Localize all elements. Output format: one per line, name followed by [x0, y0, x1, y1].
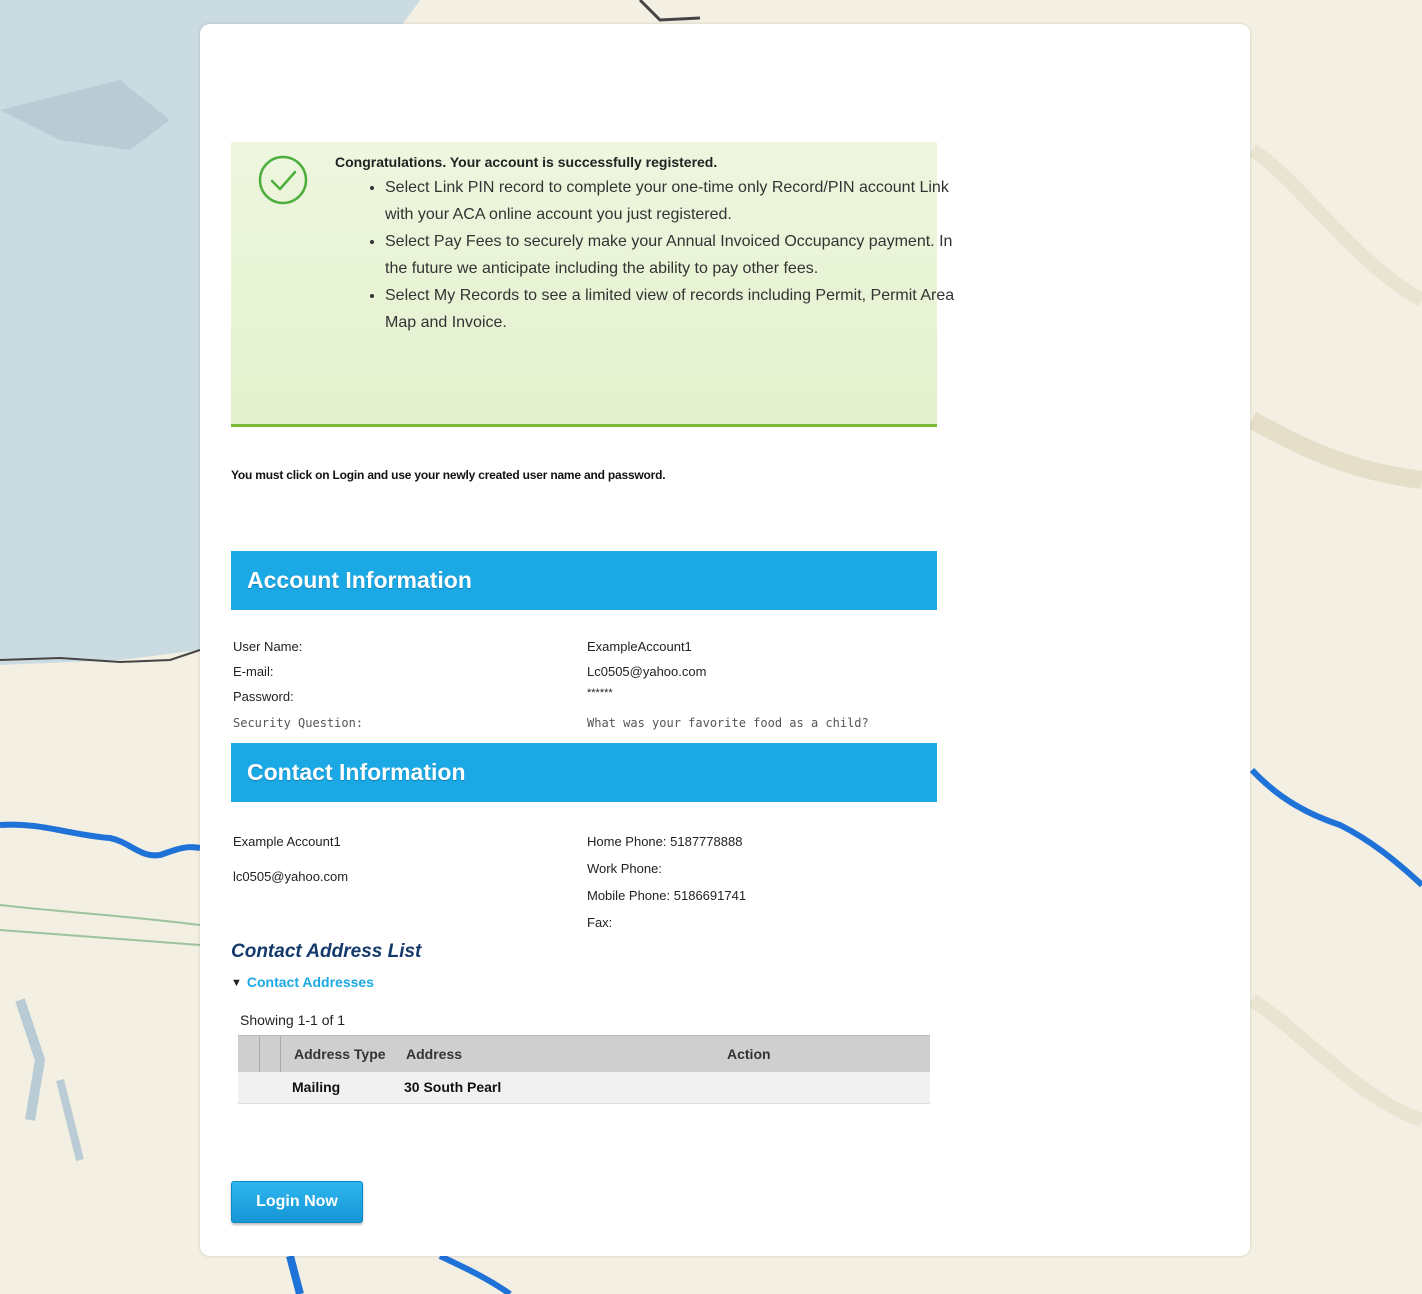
- account-information-header: Account Information: [231, 551, 937, 610]
- fax: Fax:: [587, 915, 612, 930]
- work-phone: Work Phone:: [587, 861, 662, 876]
- registration-card: Congratulations. Your account is success…: [200, 24, 1250, 1256]
- contact-information-header: Contact Information: [231, 743, 937, 802]
- contact-name: Example Account1: [233, 834, 341, 849]
- email-label: E-mail:: [233, 664, 274, 679]
- success-message: Congratulations. Your account is success…: [231, 142, 954, 427]
- success-item-my-records: Select My Records to see a limited view …: [385, 282, 975, 336]
- showing-count: Showing 1-1 of 1: [240, 1012, 346, 1028]
- caret-down-icon: ▼: [231, 977, 242, 989]
- password-label: Password:: [233, 689, 294, 704]
- success-item-link-pin: Select Link PIN record to complete your …: [385, 174, 975, 228]
- address-type-cell: Mailing: [292, 1079, 341, 1095]
- contact-address-list-title: Contact Address List: [231, 941, 422, 962]
- fax-label: Fax:: [587, 915, 613, 930]
- home-phone-value: 5187778888: [670, 834, 743, 849]
- success-list: Select Link PIN record to complete your …: [335, 174, 975, 336]
- contact-email: lc0505@yahoo.com: [233, 869, 349, 884]
- column-separator: [280, 1036, 281, 1072]
- security-question-value: What was your favorite food as a child?: [587, 716, 869, 730]
- column-address[interactable]: Address: [406, 1046, 462, 1062]
- user-name-label: User Name:: [233, 639, 303, 654]
- address-cell: 30 South Pearl: [404, 1079, 502, 1095]
- mobile-phone-value: 5186691741: [673, 888, 747, 903]
- login-now-button[interactable]: Login Now: [231, 1181, 363, 1223]
- home-phone: Home Phone: 5187778888: [587, 834, 742, 849]
- user-name-value: ExampleAccount1: [587, 639, 692, 654]
- mobile-phone: Mobile Phone: 5186691741: [587, 888, 746, 903]
- column-action: Action: [727, 1046, 771, 1062]
- contact-addresses-toggle-label: Contact Addresses: [246, 974, 374, 990]
- work-phone-label: Work Phone:: [587, 861, 662, 876]
- column-separator: [259, 1036, 260, 1072]
- login-notice: You must click on Login and use your new…: [231, 468, 666, 482]
- column-address-type[interactable]: Address Type: [294, 1046, 386, 1062]
- mobile-phone-label: Mobile Phone:: [587, 888, 671, 903]
- contact-addresses-toggle[interactable]: ▼ Contact Addresses: [231, 974, 374, 990]
- password-value: ******: [587, 687, 613, 699]
- success-title: Congratulations. Your account is success…: [335, 154, 718, 170]
- table-row[interactable]: Mailing 30 South Pearl: [238, 1072, 930, 1104]
- security-question-label: Security Question:: [233, 716, 364, 730]
- address-table-header: Address Type Address Action: [238, 1035, 930, 1072]
- check-circle-icon: [258, 155, 308, 205]
- success-item-pay-fees: Select Pay Fees to securely make your An…: [385, 228, 975, 282]
- email-value: Lc0505@yahoo.com: [587, 664, 707, 679]
- home-phone-label: Home Phone:: [587, 834, 667, 849]
